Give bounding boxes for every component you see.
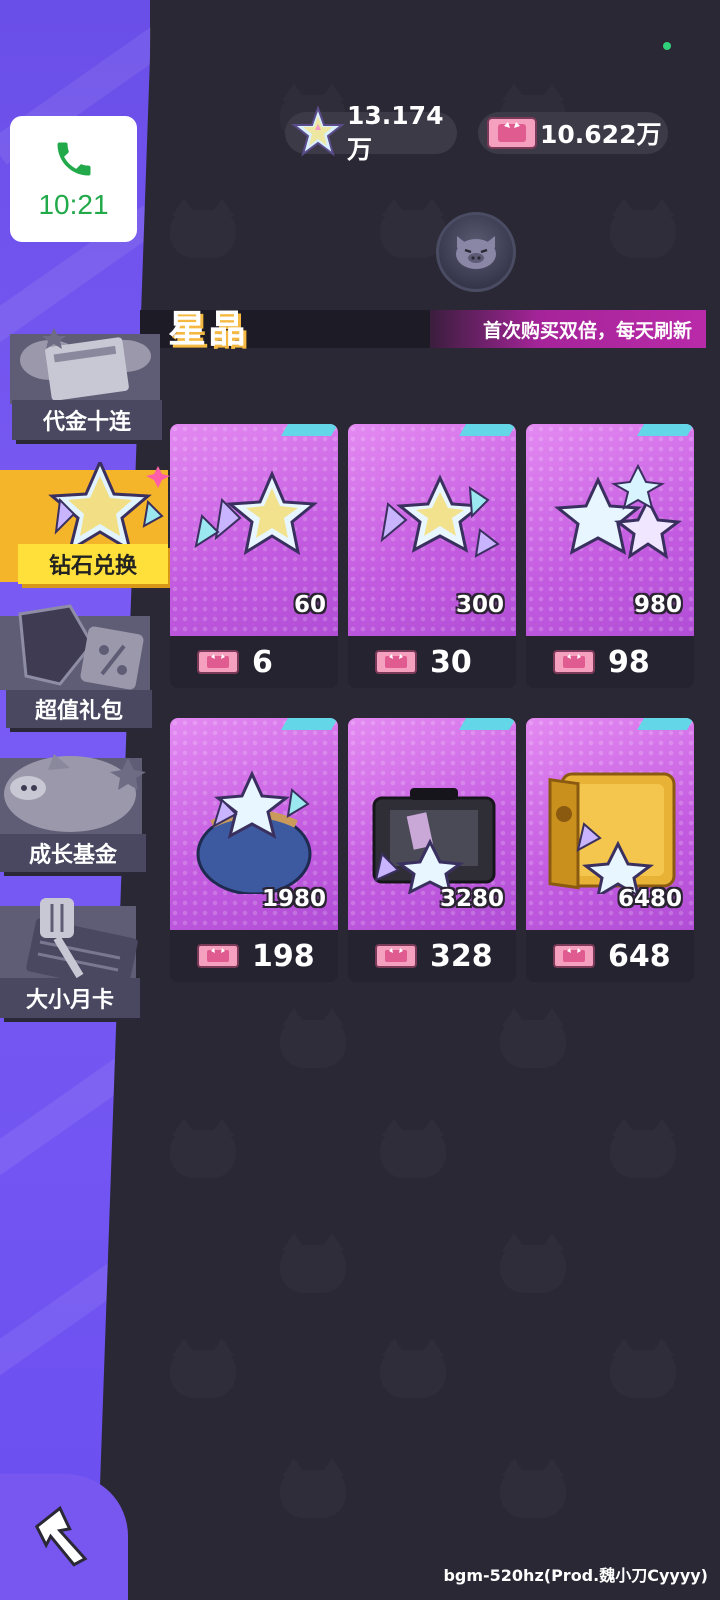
card-price-bar[interactable]: 30 xyxy=(348,636,516,688)
menu-item-growth-fund[interactable]: 成长基金 xyxy=(0,748,152,872)
phone-icon xyxy=(57,142,90,176)
card-price: 328 xyxy=(430,938,493,974)
crystal-pack-icon xyxy=(554,463,682,560)
menu-label: 成长基金 xyxy=(28,843,117,868)
coupon-stack-icon xyxy=(10,328,160,404)
star-crystal-icon xyxy=(48,462,170,552)
product-card[interactable]: 60 6 xyxy=(170,424,338,688)
gift-bag-icon xyxy=(0,604,150,690)
tagline-text: 首次购买双倍，每天刷新 xyxy=(482,319,692,342)
status-dot xyxy=(663,42,671,50)
crystal-pack-icon xyxy=(380,474,500,558)
product-card[interactable]: 300 30 xyxy=(348,424,516,688)
card-price: 648 xyxy=(608,938,671,974)
spatula-card-icon xyxy=(0,898,138,984)
crystal-pack-icon xyxy=(194,470,318,556)
card-amount: 60 xyxy=(293,592,326,618)
product-card[interactable]: 6480 648 xyxy=(526,718,694,982)
star-crystal-balance[interactable]: 13.174万 xyxy=(285,101,457,164)
ticket-icon xyxy=(375,650,417,674)
card-artwork-area: 1980 xyxy=(170,718,338,930)
menu-item-coupon-ten[interactable]: 代金十连 xyxy=(0,320,168,442)
card-artwork-area: 6480 xyxy=(526,718,694,930)
menu-label: 钻石兑换 xyxy=(48,554,137,579)
ticket-icon xyxy=(197,650,239,674)
card-price: 198 xyxy=(252,938,315,974)
menu-item-value-pack[interactable]: 超值礼包 xyxy=(0,604,160,728)
product-card[interactable]: 3280 328 xyxy=(348,718,516,982)
ticket-icon xyxy=(197,944,239,968)
card-artwork-area: 3280 xyxy=(348,718,516,930)
menu-item-diamond-exchange[interactable]: 钻石兑换 xyxy=(0,462,176,586)
menu-item-monthly-card[interactable]: 大小月卡 xyxy=(0,892,146,1018)
crystal-pack-icon xyxy=(548,772,676,894)
card-price-bar[interactable]: 198 xyxy=(170,930,338,982)
card-price-bar[interactable]: 98 xyxy=(526,636,694,688)
piggy-bank-icon xyxy=(0,754,146,838)
card-amount: 6480 xyxy=(617,886,682,912)
card-amount: 980 xyxy=(633,592,682,618)
bgm-credit: bgm-520hz(Prod.魏小刀Cyyyy) xyxy=(443,1566,708,1585)
ticket-amount: 10.622万 xyxy=(540,120,662,149)
ticket-icon xyxy=(553,650,595,674)
star-crystal-amount: 13.174万 xyxy=(347,100,444,164)
ticket-icon xyxy=(375,944,417,968)
card-price-bar[interactable]: 648 xyxy=(526,930,694,982)
crystal-pack-icon xyxy=(372,788,496,894)
product-card[interactable]: 1980 198 xyxy=(170,718,338,982)
ticket-icon xyxy=(553,944,595,968)
menu-label: 超值礼包 xyxy=(34,699,123,724)
card-artwork-area: 60 xyxy=(170,424,338,636)
menu-label: 代金十连 xyxy=(42,410,131,435)
call-timer: 10:21 xyxy=(38,189,109,220)
card-price-bar[interactable]: 328 xyxy=(348,930,516,982)
section-tagline: 首次购买双倍，每天刷新 xyxy=(430,310,706,348)
card-price-bar[interactable]: 6 xyxy=(170,636,338,688)
menu-label: 大小月卡 xyxy=(25,988,114,1013)
product-card[interactable]: 980 98 xyxy=(526,424,694,688)
arrow-icon xyxy=(34,1505,88,1567)
section-title: 星晶 xyxy=(168,307,249,351)
card-artwork-area: 300 xyxy=(348,424,516,636)
ticket-icon xyxy=(487,117,537,149)
card-artwork-area: 980 xyxy=(526,424,694,636)
call-widget[interactable]: 10:21 xyxy=(10,116,137,242)
star-crystal-icon xyxy=(291,106,345,157)
ticket-balance[interactable]: 10.622万 xyxy=(478,112,668,154)
card-price: 6 xyxy=(252,644,273,680)
pig-face-icon xyxy=(456,236,496,269)
card-price: 30 xyxy=(430,644,472,680)
card-amount: 300 xyxy=(455,592,504,618)
card-amount: 1980 xyxy=(261,886,326,912)
crystal-pack-icon xyxy=(196,770,312,894)
pig-avatar-button[interactable] xyxy=(436,212,516,292)
card-price: 98 xyxy=(608,644,650,680)
back-button[interactable] xyxy=(0,1474,128,1600)
card-amount: 3280 xyxy=(439,886,504,912)
